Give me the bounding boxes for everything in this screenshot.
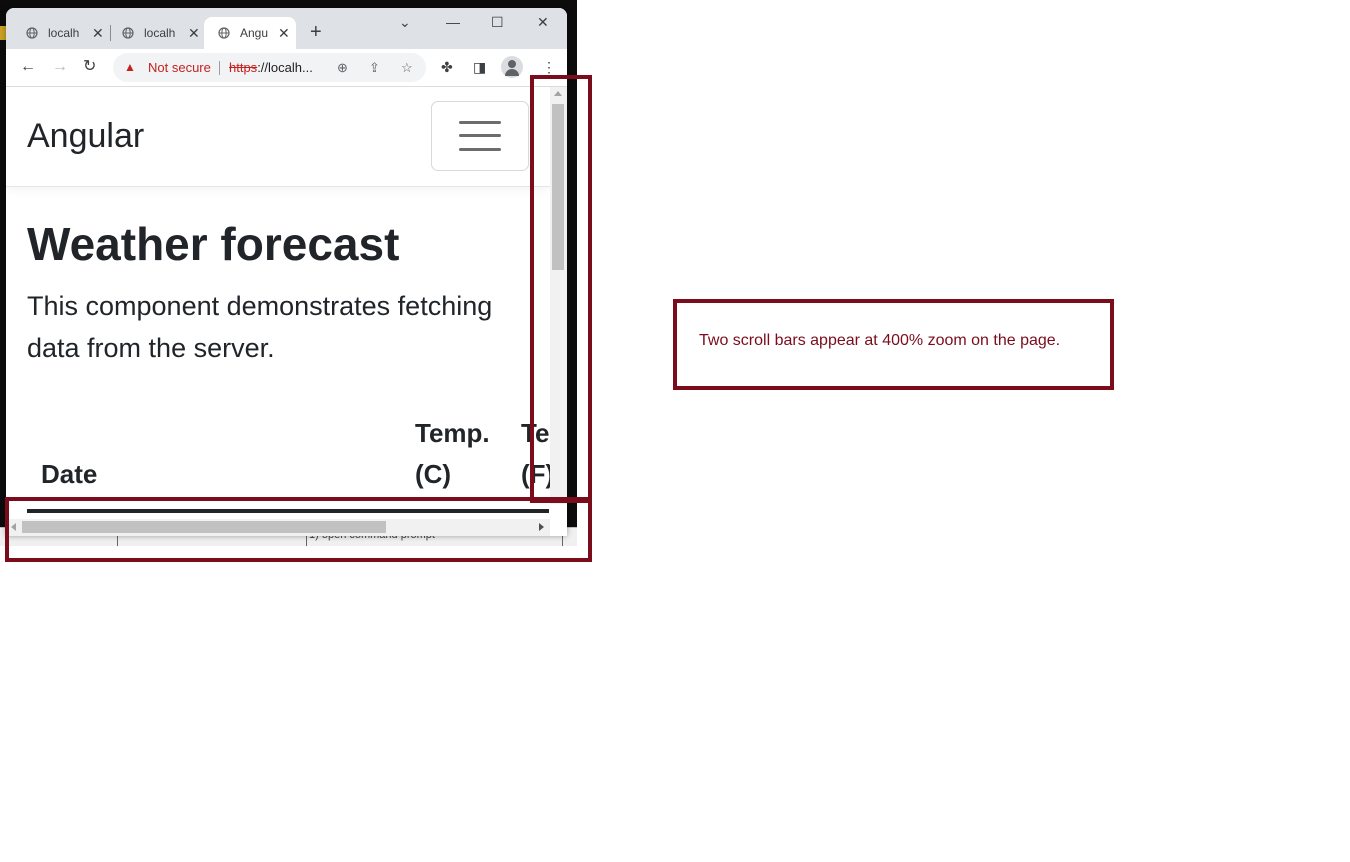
tab-title: Angu xyxy=(240,26,269,40)
tab-search-icon[interactable]: ⌄ xyxy=(399,14,411,30)
browser-window: localh ✕ localh ✕ Angu ✕ + ⌄ — ☐ ✕ ← → ↻… xyxy=(6,8,567,536)
warning-icon: ▲ xyxy=(124,60,136,74)
menu-kebab-icon[interactable]: ⋮ xyxy=(542,58,556,76)
globe-icon xyxy=(122,27,134,39)
hamburger-menu-button[interactable] xyxy=(431,101,529,171)
tab-title: localh xyxy=(144,26,176,40)
page-viewport: Angular Weather forecast This component … xyxy=(6,87,567,536)
reload-icon[interactable]: ↻ xyxy=(83,58,96,76)
vertical-scrollbar-highlight xyxy=(530,75,592,503)
table-header-temp-c: Temp. xyxy=(415,418,490,448)
close-icon[interactable]: ✕ xyxy=(278,25,290,42)
close-icon[interactable]: ✕ xyxy=(188,25,200,42)
minimize-icon[interactable]: — xyxy=(446,14,460,30)
table-header-temp-c-unit: (C) xyxy=(415,459,452,489)
url-host: ://localh... xyxy=(257,60,313,75)
page-description: This component demonstrates fetching dat… xyxy=(27,291,493,363)
extensions-icon[interactable]: ✤ xyxy=(441,58,453,76)
url-text[interactable]: https://localh... xyxy=(229,53,313,82)
horizontal-scrollbar-highlight xyxy=(5,497,592,562)
tab-strip: localh ✕ localh ✕ Angu ✕ + ⌄ — ☐ ✕ xyxy=(6,8,567,49)
maximize-icon[interactable]: ☐ xyxy=(491,14,504,30)
back-icon[interactable]: ← xyxy=(20,58,36,76)
profile-avatar-icon[interactable] xyxy=(501,56,523,78)
bookmark-star-icon[interactable]: ☆ xyxy=(401,53,413,82)
hamburger-bar xyxy=(459,121,501,124)
forward-icon[interactable]: → xyxy=(52,58,68,76)
globe-icon xyxy=(218,27,230,39)
tab-localhost-1[interactable]: localh ✕ xyxy=(12,17,108,49)
side-panel-icon[interactable]: ◨ xyxy=(473,58,486,76)
hamburger-bar xyxy=(459,134,501,137)
security-label[interactable]: Not secure xyxy=(148,53,211,82)
url-scheme: https xyxy=(229,60,258,75)
address-divider xyxy=(219,61,220,75)
share-icon[interactable]: ⇪ xyxy=(369,53,380,82)
address-bar[interactable]: ▲ Not secure https://localh... ⊕ ⇪ ☆ xyxy=(113,53,426,82)
close-icon[interactable]: ✕ xyxy=(92,25,104,42)
hamburger-bar xyxy=(459,148,501,151)
table-header-date: Date xyxy=(41,459,98,489)
globe-icon xyxy=(26,27,38,39)
app-navbar: Angular xyxy=(6,87,550,187)
close-window-icon[interactable]: ✕ xyxy=(537,14,549,30)
tab-angular[interactable]: Angu ✕ xyxy=(204,17,296,49)
annotation-text: Two scroll bars appear at 400% zoom on t… xyxy=(699,332,1061,349)
browser-toolbar: ← → ↻ ▲ Not secure https://localh... ⊕ ⇪… xyxy=(6,49,567,87)
new-tab-button[interactable]: + xyxy=(310,22,322,42)
annotation-callout: Two scroll bars appear at 400% zoom on t… xyxy=(673,299,1114,390)
tab-localhost-2[interactable]: localh ✕ xyxy=(108,17,204,49)
page-title: Weather forecast xyxy=(27,218,400,270)
zoom-icon[interactable]: ⊕ xyxy=(337,53,348,82)
tab-title: localh xyxy=(48,26,80,40)
navbar-brand[interactable]: Angular xyxy=(27,117,144,156)
